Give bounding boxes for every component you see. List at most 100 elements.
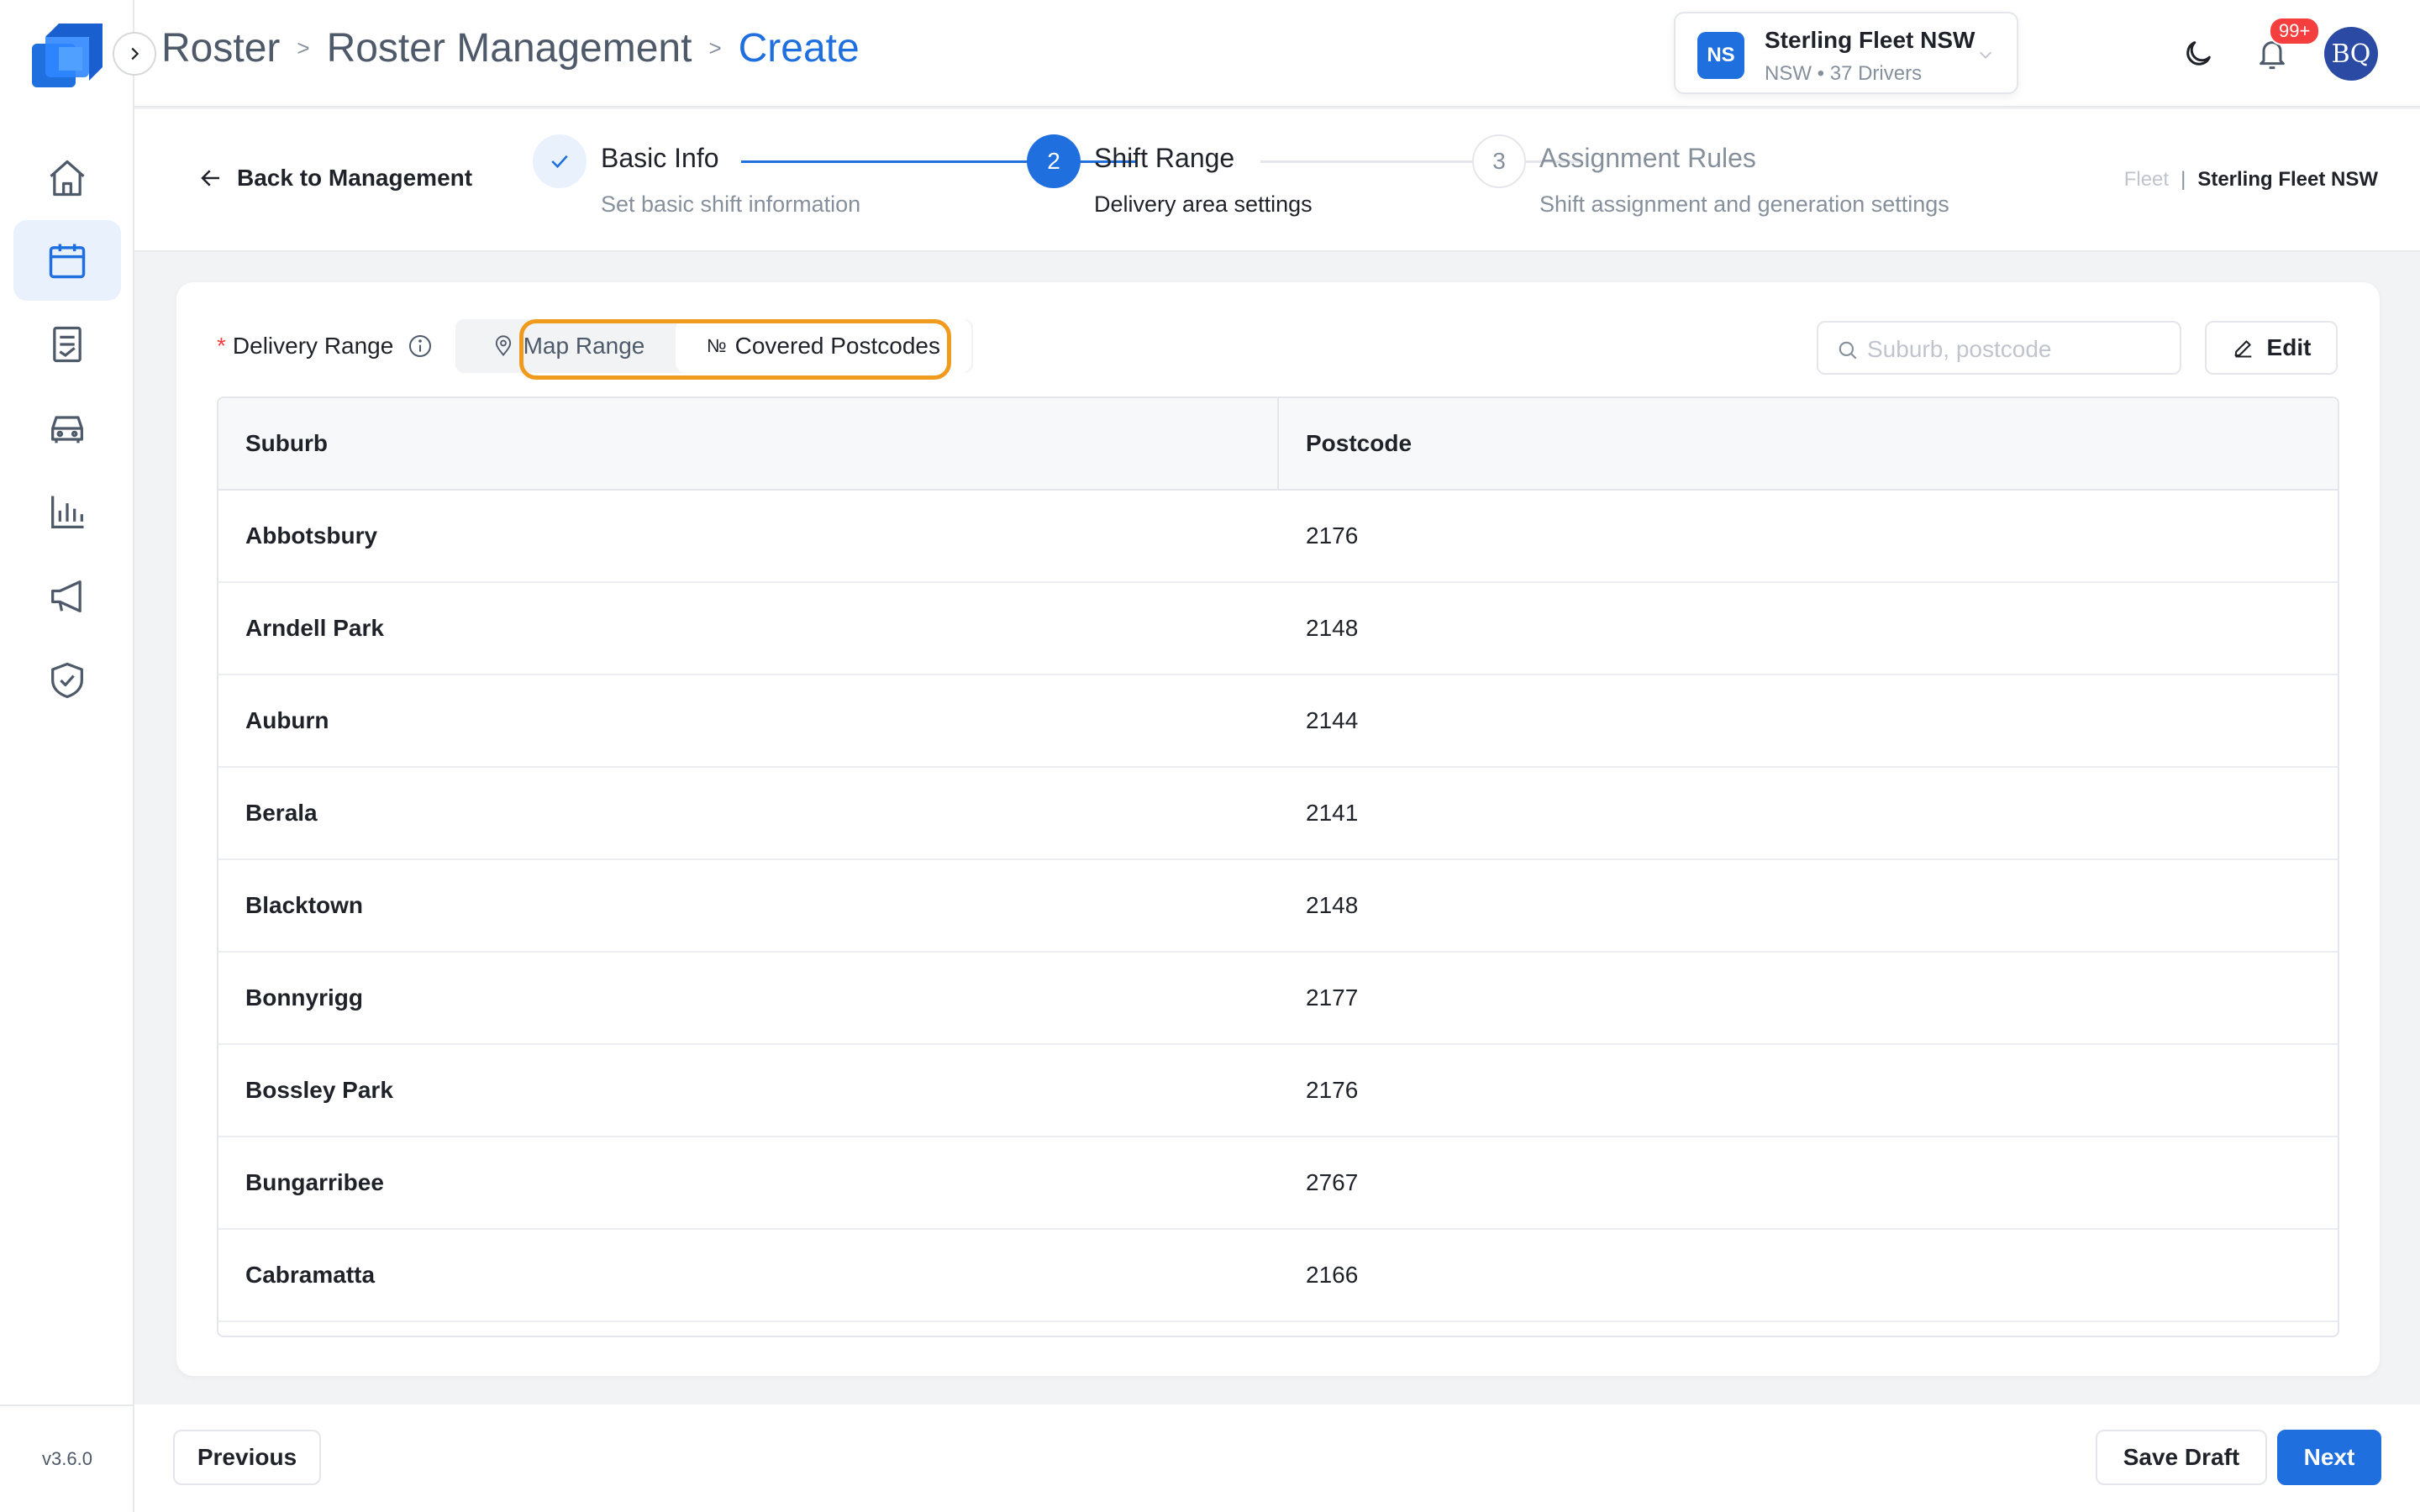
pencil-icon [2234,340,2251,358]
delivery-range-text: Delivery Range [232,333,394,359]
step-3-description: Shift assignment and generation settings [1539,192,1949,217]
nav-roster[interactable] [13,220,121,301]
table-row[interactable]: Abbotsbury 2176 [218,491,2338,583]
sidebar: v3.6.0 [0,0,134,1512]
map-pin-icon [495,335,511,356]
save-draft-button[interactable]: Save Draft [2096,1430,2267,1485]
postcode-cell: 2148 [1306,615,1359,641]
range-mode-toggle: Map Range № Covered Postcodes [455,319,973,373]
chart-icon [51,496,84,528]
notification-count-badge: 99+ [2269,17,2321,45]
app-version: v3.6.0 [42,1448,92,1469]
fleet-switcher[interactable]: NS Sterling Fleet NSW NSW • 37 Drivers [1674,12,2018,94]
suburb-cell: Cabramatta [245,1262,376,1288]
nav-reports[interactable] [13,472,121,553]
fleet-subtitle: NSW • 37 Drivers [1765,62,1923,85]
step-3-circle[interactable]: 3 [1472,134,1526,188]
back-to-management-link[interactable]: Back to Management [198,165,472,192]
edit-button-label: Edit [2266,334,2312,360]
step-1-title[interactable]: Basic Info [601,143,719,174]
suburb-cell: Berala [245,800,318,826]
chevron-right-icon [131,47,139,60]
delivery-range-card: * Delivery Range Map Range № Covered Pos… [176,282,2380,1376]
step-1-circle[interactable] [533,134,587,188]
tab-map-range[interactable]: Map Range [460,324,676,368]
sidebar-expand-button[interactable] [113,32,156,76]
table-row[interactable]: Auburn 2144 [218,675,2338,768]
postcode-cell: 2176 [1306,1077,1359,1103]
suburb-cell: Bonnyrigg [245,984,363,1011]
arrow-left-icon [201,170,219,186]
previous-button[interactable]: Previous [173,1430,321,1485]
user-avatar[interactable]: BQ [2324,27,2378,81]
suburb-cell: Arndell Park [245,615,384,641]
column-postcode[interactable]: Postcode [1279,398,1412,489]
fleet-crumb-label: Fleet [2123,168,2170,191]
tab-covered-postcodes[interactable]: № Covered Postcodes [676,319,971,373]
breadcrumb-roster-management[interactable]: Roster Management [327,25,692,71]
breadcrumb-separator: > [297,35,310,60]
delivery-range-label: * Delivery Range [217,333,434,360]
postcode-cell: 2176 [1306,522,1359,549]
dark-mode-toggle-icon[interactable] [2181,37,2215,71]
table-row[interactable]: Berala 2141 [218,768,2338,860]
search-icon [1839,341,1857,360]
document-icon [53,326,82,363]
breadcrumb-roster[interactable]: Roster [161,25,280,71]
nav-documents[interactable] [13,304,121,385]
suburb-cell: Auburn [245,707,329,733]
edit-button[interactable]: Edit [2205,321,2338,375]
action-footer: Previous Save Draft Next [134,1404,2420,1512]
column-suburb[interactable]: Suburb [218,398,1279,489]
step-bar: Back to Management Basic Info Set basic … [134,109,2420,252]
postcode-cell: 2141 [1306,800,1359,826]
table-row[interactable]: Bonnyrigg 2177 [218,953,2338,1045]
breadcrumb-separator: > [708,35,722,60]
suburb-cell: Bossley Park [245,1077,393,1103]
fleet-crumb-separator: | [2181,168,2186,191]
step-2-description: Delivery area settings [1094,192,1313,217]
breadcrumb: Roster > Roster Management > Create [161,25,860,71]
sidebar-divider [0,1404,134,1406]
shield-check-icon [51,662,83,699]
check-icon [551,155,568,169]
postcode-cell: 2148 [1306,892,1359,918]
postcode-table: Suburb Postcode Abbotsbury 2176 Arndell … [217,396,2339,1337]
postcode-cell: 2177 [1306,984,1359,1011]
suburb-cell: Bungarribee [245,1169,384,1195]
nav-home[interactable] [13,138,121,218]
step-1-description: Set basic shift information [601,192,861,217]
table-row[interactable]: Blacktown 2148 [218,860,2338,953]
car-icon [51,416,83,444]
suburb-cell: Blacktown [245,892,364,918]
nav-announcements[interactable] [13,556,121,637]
tab-map-range-label: Map Range [523,333,645,359]
required-mark: * [217,333,226,359]
app-logo-icon[interactable] [30,22,104,92]
search-input[interactable] [1867,333,2170,366]
step-2-title[interactable]: Shift Range [1094,143,1234,174]
fleet-crumb: Fleet | Sterling Fleet NSW [2124,168,2378,192]
info-icon[interactable] [407,333,434,360]
top-header: Roster > Roster Management > Create [134,0,2420,108]
table-header: Suburb Postcode [218,398,2338,491]
step-2-circle[interactable]: 2 [1027,134,1081,188]
postcode-cell: 2166 [1306,1262,1359,1288]
table-row[interactable]: Bossley Park 2176 [218,1045,2338,1137]
nav-compliance[interactable] [13,640,121,721]
postcode-cell: 2767 [1306,1169,1359,1195]
table-row[interactable]: Arndell Park 2148 [218,583,2338,675]
tab-covered-postcodes-label: Covered Postcodes [734,333,940,359]
back-link-label: Back to Management [237,165,473,191]
step-2-connector [1260,160,1580,163]
postcode-search[interactable] [1817,321,2181,375]
step-3-title[interactable]: Assignment Rules [1539,143,1756,174]
next-button[interactable]: Next [2277,1430,2381,1485]
megaphone-icon [51,580,82,612]
table-row[interactable]: Bungarribee 2767 [218,1137,2338,1230]
nav-vehicles[interactable] [13,388,121,469]
table-row[interactable]: Cabramatta 2166 [218,1230,2338,1322]
fleet-name: Sterling Fleet NSW [1765,27,1975,53]
numero-icon: № [707,335,727,356]
fleet-crumb-value: Sterling Fleet NSW [2197,168,2378,191]
